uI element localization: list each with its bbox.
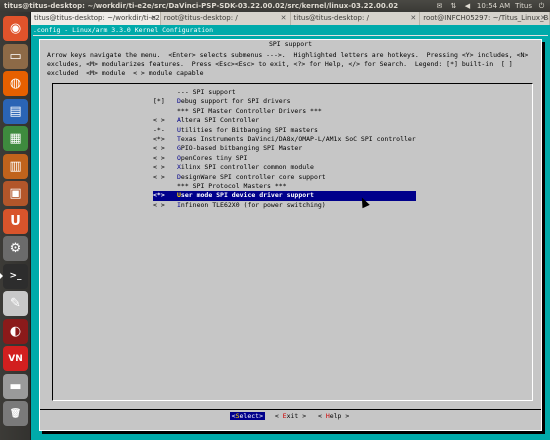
close-tab-icon[interactable]: ✕ bbox=[540, 12, 546, 25]
launcher-trash-icon[interactable]: 🗑 bbox=[3, 401, 28, 426]
launcher-drive-icon[interactable]: ▬ bbox=[3, 373, 28, 399]
menu-item[interactable]: < > Altera SPI Controller bbox=[153, 116, 416, 125]
menu-item[interactable]: < > OpenCores tiny SPI bbox=[153, 154, 416, 163]
help-text: Arrow keys navigate the menu. <Enter> se… bbox=[47, 51, 537, 78]
top-panel: titus@titus-desktop: ~/workdir/ti-e2e/sr… bbox=[0, 0, 550, 12]
user-name[interactable]: Titus bbox=[515, 0, 532, 12]
launcher-firefox-icon[interactable]: ◍ bbox=[3, 71, 28, 96]
terminal-window: titus@titus-desktop: ~/workdir/ti-e2e...… bbox=[31, 12, 550, 440]
menu-item-state: < > bbox=[153, 163, 165, 172]
tab-3[interactable]: titus@titus-desktop: / ✕ bbox=[291, 12, 421, 25]
menu-box: --- SPI support [*] Debug support for SPI … bbox=[52, 83, 533, 401]
launcher-calc-icon[interactable]: ▦ bbox=[3, 126, 28, 151]
menu-item[interactable]: < > Xilinx SPI controller common module bbox=[153, 163, 416, 172]
help-line: excludes, <M> modularizes features. Pres… bbox=[47, 60, 513, 68]
menu-item-label: OpenCores tiny SPI bbox=[177, 153, 248, 162]
menu-item[interactable]: *** SPI Master Controller Drivers *** bbox=[153, 107, 416, 116]
menu-item-label: DesignWare SPI controller core support bbox=[177, 172, 326, 181]
active-indicator-icon bbox=[0, 272, 3, 279]
menu-list: --- SPI support [*] Debug support for SPI … bbox=[153, 88, 416, 210]
menu-item-state: -*- bbox=[153, 125, 165, 134]
menu-item[interactable]: < > DesignWare SPI controller core suppor… bbox=[153, 173, 416, 182]
menu-item-state bbox=[153, 88, 177, 97]
header-divider bbox=[33, 35, 548, 36]
mail-icon[interactable]: ✉ bbox=[435, 2, 444, 11]
menu-item[interactable]: < > GPIO-based bitbanging SPI Master bbox=[153, 144, 416, 153]
launcher-gedit-icon[interactable]: ✎ bbox=[3, 291, 28, 316]
window-title: titus@titus-desktop: ~/workdir/ti-e2e/sr… bbox=[4, 2, 399, 10]
menu-item-state: < > bbox=[153, 172, 165, 181]
menu-item-label: *** SPI Protocol Masters *** bbox=[177, 181, 287, 190]
menu-item-label: Infineon TLE62X0 (for power switching) bbox=[177, 200, 326, 209]
tab-label: titus@titus-desktop: ~/workdir/ti-e2e... bbox=[34, 14, 161, 22]
menu-item-label: Texas Instruments DaVinci/DA8x/OMAP-L/AM… bbox=[177, 134, 416, 143]
menu-item-state: <*> bbox=[153, 134, 165, 143]
tab-1[interactable]: titus@titus-desktop: ~/workdir/ti-e2e...… bbox=[31, 12, 161, 25]
menu-item-label: --- SPI support bbox=[177, 88, 236, 96]
terminal-screen[interactable]: .config - Linux/arm 3.3.0 Kernel Configu… bbox=[31, 25, 550, 440]
launcher: ◉ ▭ ◍ ▤ ▦ ▥ ▣ U ⚙ >_ ✎ ◐ VN ▬ 🗑 bbox=[0, 12, 31, 440]
menu-item-label: Altera SPI Controller bbox=[177, 116, 260, 125]
menu-item-state: [*] bbox=[153, 97, 165, 106]
menu-item-label: User mode SPI device driver support bbox=[177, 191, 314, 200]
menu-item[interactable]: -*- Utilities for Bitbanging SPI masters bbox=[153, 126, 416, 135]
tab-2[interactable]: root@titus-desktop: / ✕ bbox=[161, 12, 291, 25]
menu-item-state bbox=[153, 107, 177, 116]
help-line: Arrow keys navigate the menu. <Enter> se… bbox=[47, 51, 529, 59]
menu-item-state: < > bbox=[153, 200, 165, 209]
tab-label: root@INFCH05297: ~/Titus_Linux_Ba... bbox=[423, 14, 550, 22]
close-tab-icon[interactable]: ✕ bbox=[410, 12, 416, 25]
launcher-ubuntu-one-icon[interactable]: U bbox=[3, 208, 28, 234]
menu-item-label: Xilinx SPI controller common module bbox=[177, 163, 314, 172]
launcher-files-icon[interactable]: ▭ bbox=[3, 43, 28, 69]
menuconfig-dialog: SPI support Arrow keys navigate the menu… bbox=[39, 39, 542, 431]
launcher-software-center-icon[interactable]: ▣ bbox=[3, 181, 28, 206]
clock[interactable]: 10:54 AM bbox=[477, 0, 510, 12]
volume-icon[interactable]: ◀ bbox=[463, 2, 472, 11]
help-button[interactable]: < Help > bbox=[316, 412, 351, 420]
close-tab-icon[interactable]: ✕ bbox=[281, 12, 287, 25]
tab-label: root@titus-desktop: / bbox=[163, 14, 238, 22]
dialog-title: SPI support bbox=[268, 40, 313, 48]
launcher-pinta-icon[interactable]: ◐ bbox=[3, 318, 28, 344]
menu-item[interactable]: < > Infineon TLE62X0 (for power switching… bbox=[153, 201, 416, 210]
button-row: <Select> < Exit > < Help > bbox=[40, 412, 541, 420]
tab-4[interactable]: root@INFCH05297: ~/Titus_Linux_Ba... ✕ bbox=[420, 12, 550, 25]
select-button[interactable]: <Select> bbox=[229, 412, 265, 420]
help-line: excluded <M> module < > module capable bbox=[47, 69, 204, 77]
menu-item-state bbox=[153, 182, 177, 191]
close-tab-icon[interactable]: ✕ bbox=[151, 12, 157, 25]
menu-item[interactable]: <*> User mode SPI device driver support bbox=[153, 191, 416, 201]
menu-item[interactable]: [*] Debug support for SPI drivers bbox=[153, 97, 416, 106]
menu-item[interactable]: --- SPI support bbox=[153, 88, 416, 97]
menu-item-state: < > bbox=[153, 144, 165, 153]
launcher-terminal-icon[interactable]: >_ bbox=[0, 263, 28, 289]
launcher-writer-icon[interactable]: ▤ bbox=[3, 98, 28, 124]
launcher-impress-icon[interactable]: ▥ bbox=[3, 153, 28, 179]
menu-item-label: Utilities for Bitbanging SPI masters bbox=[177, 125, 318, 134]
exit-button[interactable]: < Exit > bbox=[273, 412, 308, 420]
launcher-settings-icon[interactable]: ⚙ bbox=[3, 236, 28, 261]
network-icon[interactable]: ⇅ bbox=[449, 2, 458, 11]
power-icon[interactable]: ⏻ bbox=[537, 2, 546, 11]
system-tray: ✉ ⇅ ◀ 10:54 AM Titus ⏻ bbox=[435, 0, 546, 12]
menu-item-state: < > bbox=[153, 153, 165, 162]
launcher-vnc-icon[interactable]: VN bbox=[3, 346, 28, 371]
menu-item-label: Debug support for SPI drivers bbox=[177, 97, 291, 106]
tab-bar: titus@titus-desktop: ~/workdir/ti-e2e...… bbox=[31, 12, 550, 25]
launcher-dash-home-icon[interactable]: ◉ bbox=[3, 16, 28, 41]
button-divider bbox=[40, 409, 541, 410]
menu-item[interactable]: *** SPI Protocol Masters *** bbox=[153, 182, 416, 191]
menu-item[interactable]: <*> Texas Instruments DaVinci/DA8x/OMAP-L… bbox=[153, 135, 416, 144]
menu-item-label: GPIO-based bitbanging SPI Master bbox=[177, 144, 303, 153]
config-header: .config - Linux/arm 3.3.0 Kernel Configu… bbox=[33, 26, 214, 34]
menu-item-label: *** SPI Master Controller Drivers *** bbox=[177, 106, 322, 115]
menu-item-state: < > bbox=[153, 116, 165, 125]
tab-label: titus@titus-desktop: / bbox=[293, 14, 369, 22]
menu-item-state: <*> bbox=[153, 191, 165, 200]
